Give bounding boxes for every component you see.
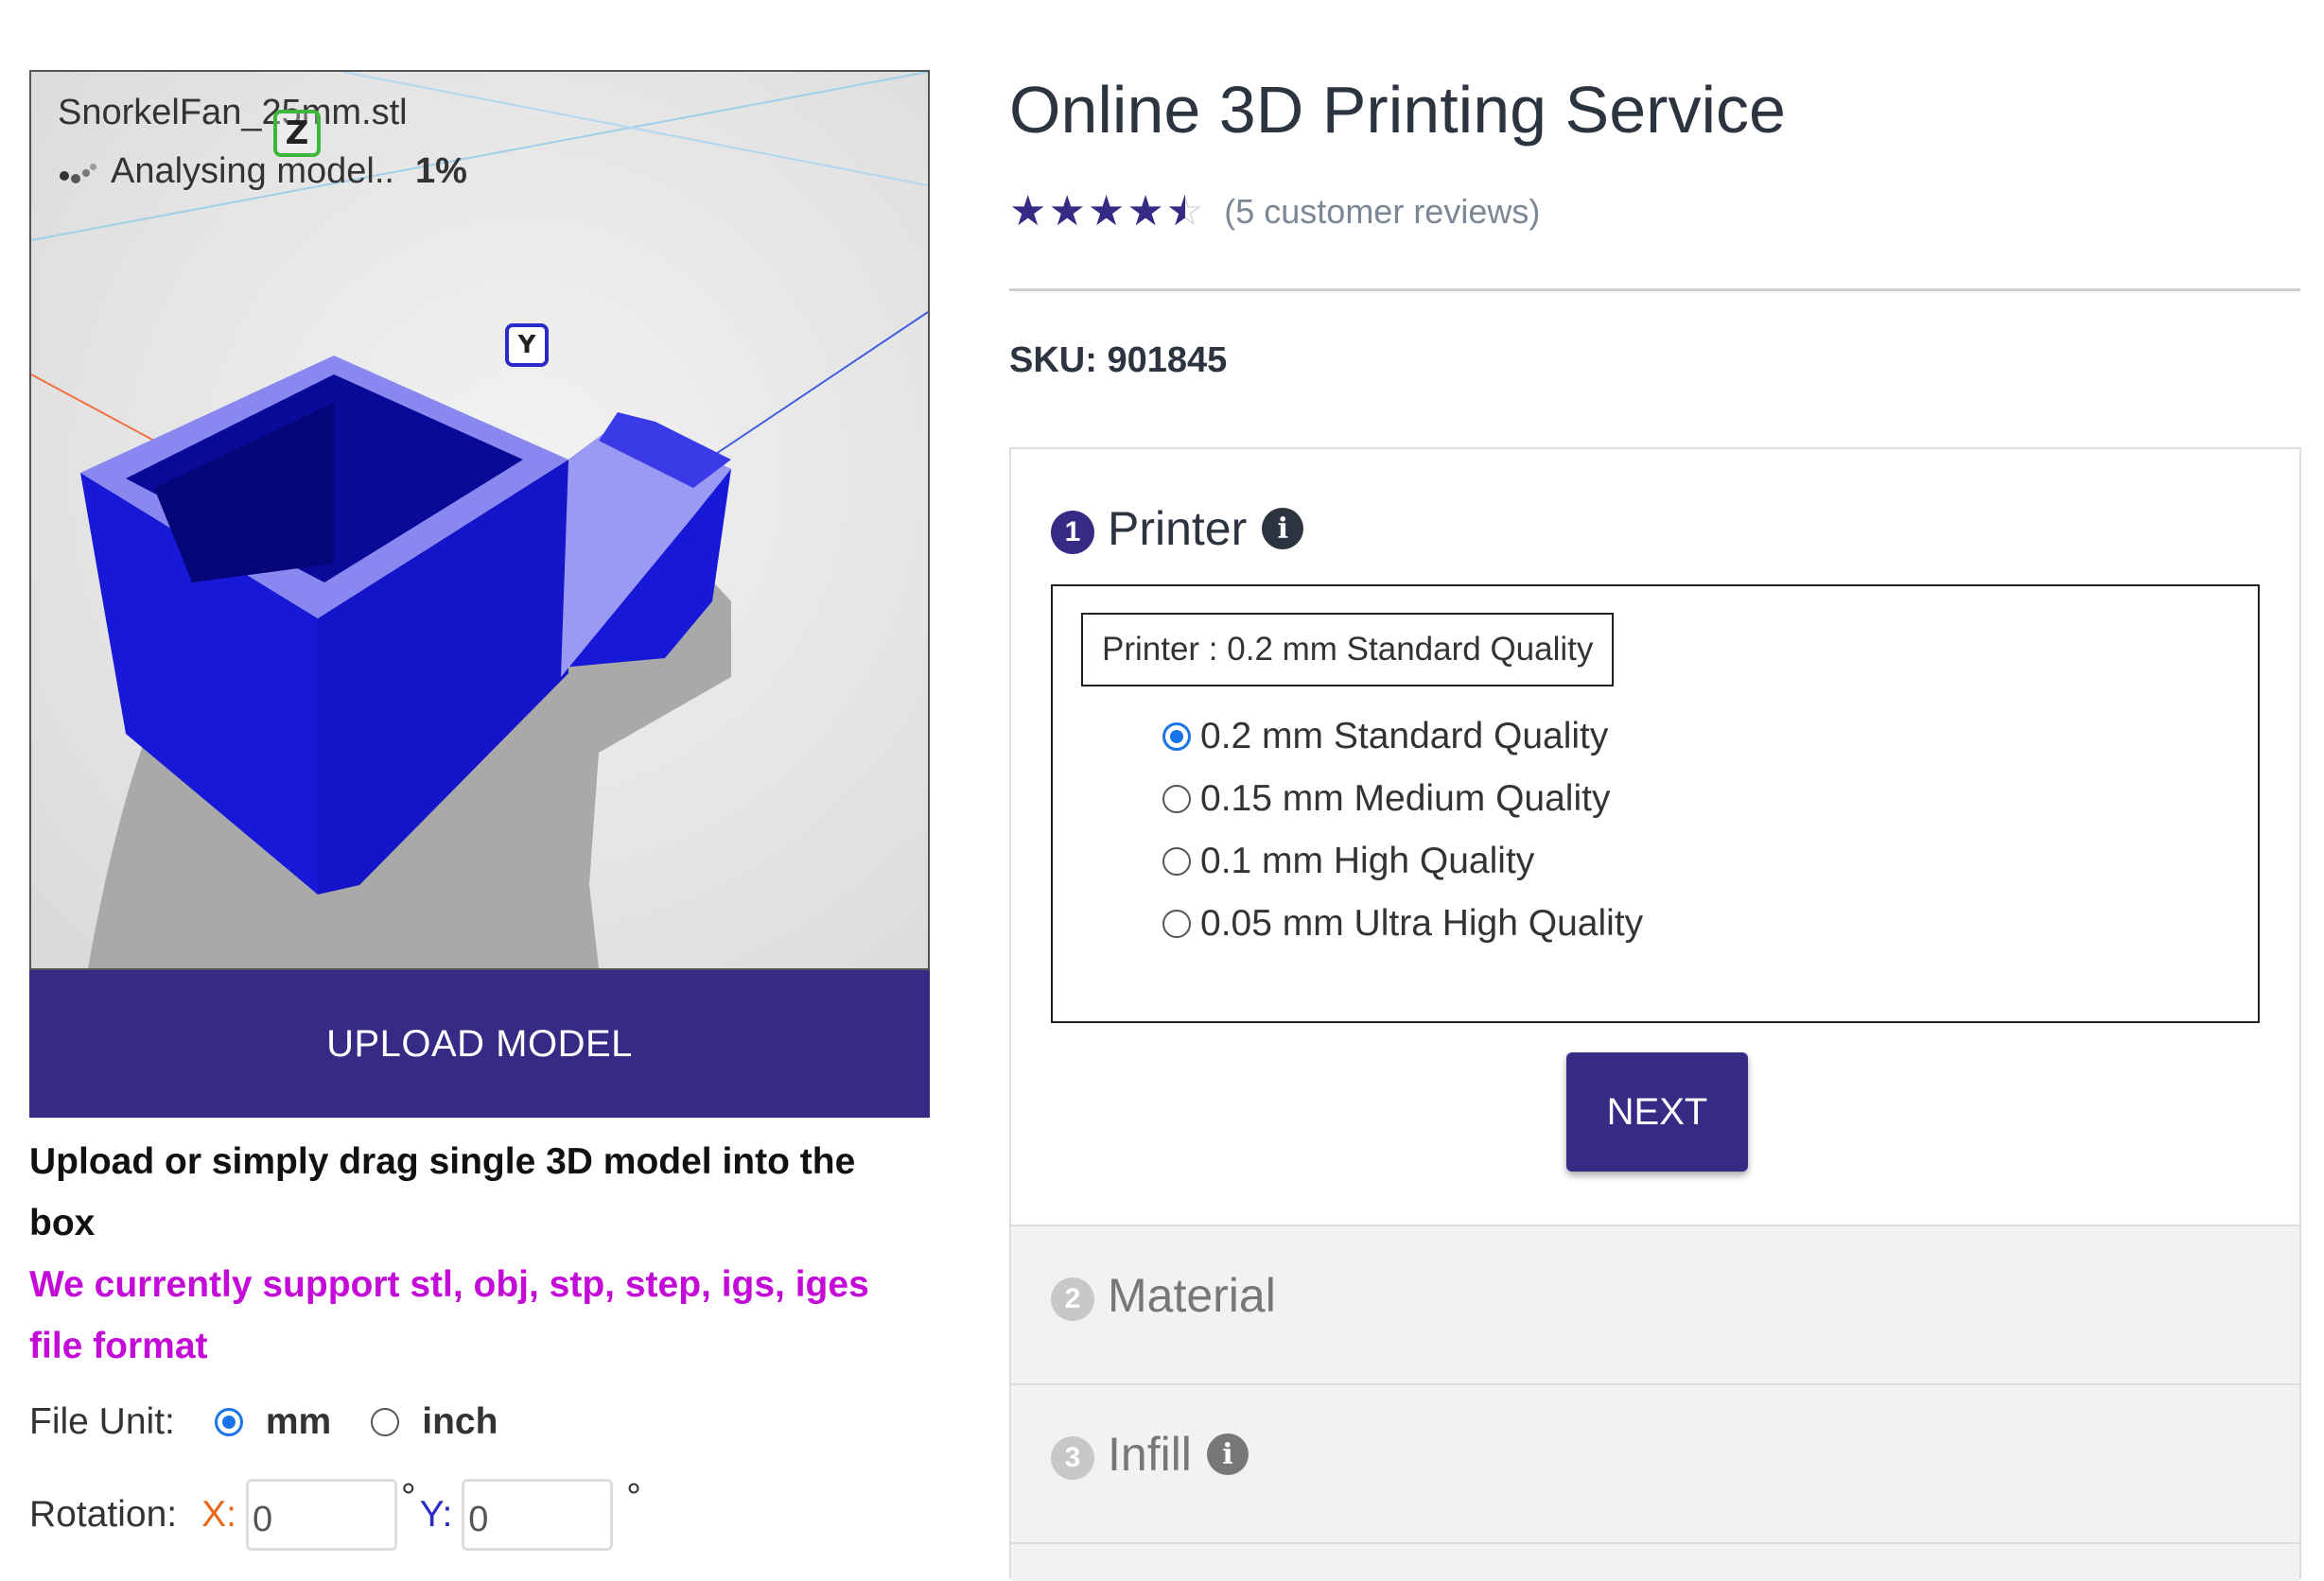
star-icon: ★ <box>1048 187 1086 235</box>
product-rating[interactable]: ★ ★ ★ ★ ☆ (5 customer reviews) <box>1009 187 1540 235</box>
step-number-badge: 1 <box>1051 511 1094 554</box>
rotation-label: Rotation: <box>29 1494 178 1535</box>
info-icon[interactable]: i <box>1206 1433 1249 1475</box>
customer-reviews-link[interactable]: (5 customer reviews) <box>1224 192 1540 232</box>
quality-option-label: 0.05 mm Ultra High Quality <box>1200 903 1644 944</box>
step-material-label: Material <box>1108 1269 1276 1322</box>
y-axis-label[interactable]: Y <box>505 323 549 367</box>
analysing-percent: 1% <box>414 151 467 191</box>
star-icon: ★ <box>1009 187 1047 235</box>
rotation-y-input[interactable] <box>462 1479 614 1551</box>
file-unit-label: File Unit: <box>29 1401 175 1442</box>
rating-stars: ★ ★ ★ ★ ☆ <box>1009 187 1203 235</box>
y-axis-line <box>692 311 928 470</box>
divider <box>1009 288 2300 291</box>
analysing-label: Analysing model.. <box>111 151 394 191</box>
unit-inch-label[interactable]: inch <box>422 1401 498 1443</box>
step-material-header[interactable]: 2 Material <box>1051 1268 1276 1323</box>
product-title: Online 3D Printing Service <box>1009 73 1786 147</box>
step-number-badge: 2 <box>1051 1277 1094 1321</box>
rotation-x-label: X: <box>201 1494 236 1535</box>
quality-option[interactable]: 0.05 mm Ultra High Quality <box>1162 893 1643 955</box>
file-name: SnorkelFan_25mm.stl <box>58 93 408 132</box>
printer-options-box: Printer : 0.2 mm Standard Quality 0.2 mm… <box>1051 584 2260 1023</box>
info-icon[interactable]: i <box>1262 508 1304 549</box>
product-sku: SKU: 901845 <box>1009 340 1227 381</box>
quality-radio[interactable] <box>1162 785 1191 813</box>
rotation-row: Rotation: X: ° Y: ° <box>29 1475 645 1555</box>
quality-radio[interactable] <box>1162 847 1191 876</box>
next-step-panel[interactable] <box>1011 1542 2299 1581</box>
analysing-status: Analysing model.. 1% <box>58 151 467 192</box>
next-button[interactable]: NEXT <box>1566 1052 1748 1172</box>
loading-spinner-icon <box>58 158 99 186</box>
star-icon: ★ <box>1087 187 1126 235</box>
file-unit-row: File Unit: mm inch <box>29 1394 537 1451</box>
x-axis-line <box>31 374 155 442</box>
star-icon: ★ <box>1127 187 1164 235</box>
z-axis-label[interactable]: Z <box>273 110 321 157</box>
step-number-badge: 3 <box>1051 1436 1094 1480</box>
printer-quality-options: 0.2 mm Standard Quality 0.15 mm Medium Q… <box>1162 705 1643 955</box>
rotation-y-label: Y: <box>419 1494 453 1535</box>
step-infill-header[interactable]: 3 Infill i <box>1051 1427 1249 1482</box>
model-scene[interactable] <box>31 72 928 968</box>
printer-select[interactable]: Printer : 0.2 mm Standard Quality <box>1081 613 1615 686</box>
step-printer-label: Printer <box>1108 502 1248 555</box>
half-star-icon: ☆ <box>1166 191 1203 234</box>
quality-option-label: 0.2 mm Standard Quality <box>1200 716 1609 756</box>
unit-inch-radio[interactable] <box>371 1408 400 1436</box>
quality-option-label: 0.15 mm Medium Quality <box>1200 778 1611 819</box>
step-material-panel[interactable]: 2 Material <box>1011 1225 2299 1385</box>
step-printer-header[interactable]: 1 Printer i <box>1051 501 1304 556</box>
quality-radio[interactable] <box>1162 910 1191 938</box>
rotation-x-input[interactable] <box>245 1479 397 1551</box>
sku-value: 901845 <box>1107 340 1228 380</box>
quality-option-label: 0.1 mm High Quality <box>1200 841 1535 881</box>
config-accordion: 1 Printer i Printer : 0.2 mm Standard Qu… <box>1009 447 2301 1581</box>
step-infill-label: Infill <box>1108 1428 1192 1481</box>
upload-model-button[interactable]: UPLOAD MODEL <box>29 970 930 1118</box>
supported-formats-note: We currently support stl, obj, stp, step… <box>29 1264 869 1366</box>
rotation-x-degree: ° <box>400 1477 416 1518</box>
step-infill-panel[interactable]: 3 Infill i <box>1011 1383 2299 1544</box>
unit-mm-radio[interactable] <box>214 1408 243 1436</box>
quality-option[interactable]: 0.2 mm Standard Quality <box>1162 705 1643 768</box>
quality-option[interactable]: 0.1 mm High Quality <box>1162 830 1643 893</box>
model-viewer[interactable]: SnorkelFan_25mm.stl Analysing model.. 1%… <box>29 70 930 970</box>
sku-label: SKU: <box>1009 340 1097 380</box>
unit-mm-label[interactable]: mm <box>266 1401 331 1443</box>
quality-option[interactable]: 0.15 mm Medium Quality <box>1162 768 1643 830</box>
upload-instruction: Upload or simply drag single 3D model in… <box>29 1141 856 1243</box>
rotation-y-degree: ° <box>626 1477 641 1518</box>
quality-radio[interactable] <box>1162 722 1191 751</box>
